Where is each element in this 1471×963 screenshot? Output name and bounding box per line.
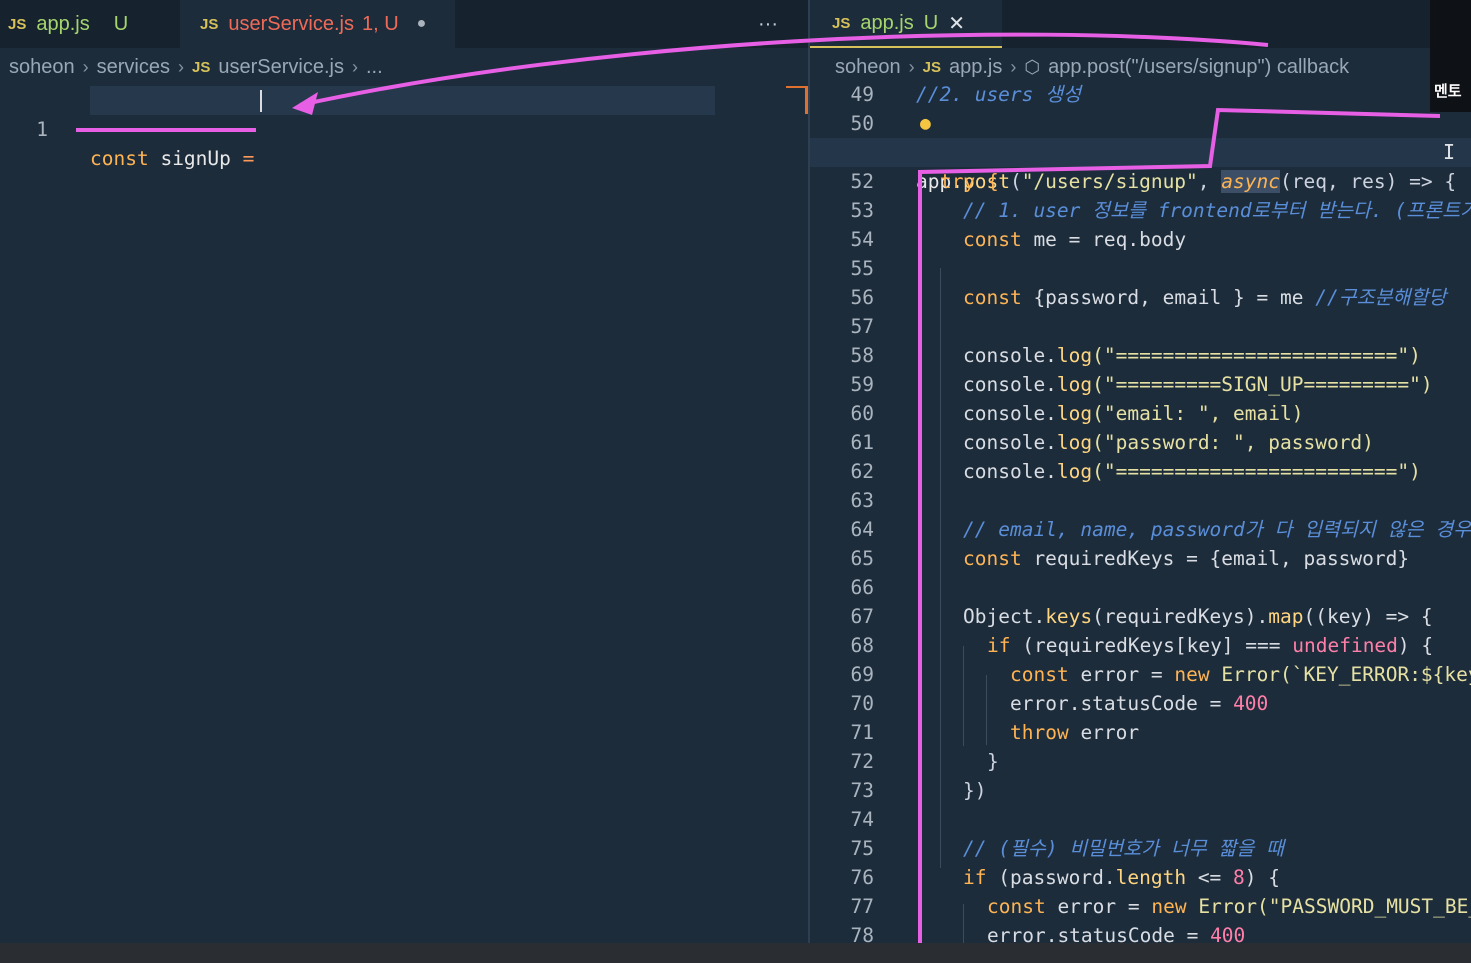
annotation-arrow <box>292 32 1441 945</box>
status-bar <box>0 943 1471 963</box>
